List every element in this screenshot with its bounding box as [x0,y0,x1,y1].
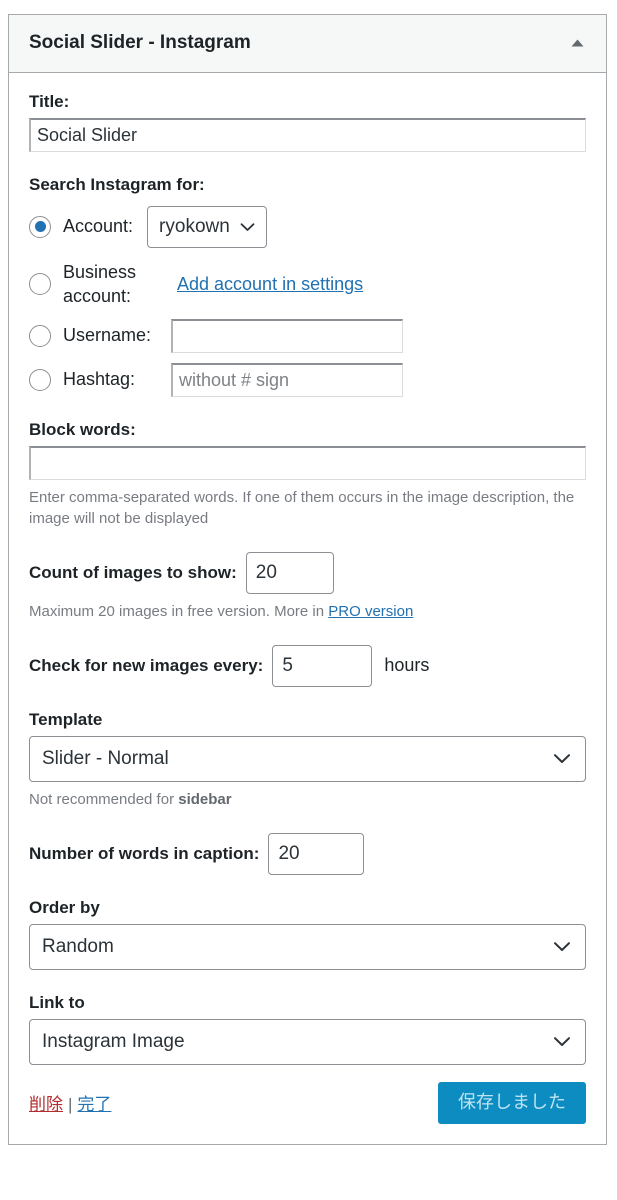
caption-words-row: Number of words in caption: [29,832,586,875]
template-helper-bold: sidebar [178,791,232,809]
radio-account[interactable] [29,215,51,238]
check-interval-label: Check for new images every: [29,655,264,675]
block-words-input[interactable] [29,445,586,480]
radio-username-label: Username: [63,325,152,346]
widget-body: Title: Search Instagram for: Account: ry… [9,73,606,1144]
order-by-group: Order by Random [29,897,586,970]
account-select[interactable]: ryokown [147,205,267,248]
widget-actions-left: 削除 | 完了 [29,1090,111,1115]
radio-row-hashtag[interactable]: Hashtag: [29,362,586,397]
link-to-select-value: Instagram Image [42,1030,185,1052]
check-interval-suffix: hours [384,655,430,676]
caption-words-label: Number of words in caption: [29,843,260,863]
link-to-label: Link to [29,992,85,1012]
caption-words-input[interactable] [268,832,365,875]
title-label: Title: [29,91,70,111]
search-section-label: Search Instagram for: [29,174,205,194]
chevron-down-icon [553,748,571,770]
account-select-value: ryokown [159,215,230,237]
radio-account-label: Account: [63,216,134,237]
done-link[interactable]: 完了 [77,1095,111,1114]
order-by-select[interactable]: Random [29,923,586,970]
order-by-label: Order by [29,897,100,917]
link-to-select[interactable]: Instagram Image [29,1018,586,1065]
block-words-group: Block words: Enter comma-separated words… [29,419,586,531]
count-images-helper: Maximum 20 images in free version. More … [29,601,586,623]
check-interval-input[interactable] [272,644,373,687]
radio-business-account-label: Business account: [63,261,137,307]
count-images-helper-text: Maximum 20 images in free version. More … [29,603,329,621]
block-words-label: Block words: [29,419,136,439]
link-to-group: Link to Instagram Image [29,992,586,1065]
chevron-down-icon [553,936,571,958]
actions-separator: | [68,1095,73,1115]
widget-header[interactable]: Social Slider - Instagram [9,15,606,73]
widget-title: Social Slider - Instagram [29,32,251,53]
count-images-input[interactable] [245,552,334,595]
template-group: Template Slider - Normal Not recommended… [29,709,586,811]
count-images-row: Count of images to show: [29,552,586,595]
radio-username[interactable] [29,324,51,347]
chevron-down-icon [553,1031,571,1053]
widget-panel: Social Slider - Instagram Title: Search … [8,14,607,1145]
radio-hashtag-label: Hashtag: [63,369,136,390]
template-select[interactable]: Slider - Normal [29,736,586,783]
template-helper-text: Not recommended for [29,791,179,809]
save-button[interactable]: 保存しました [438,1081,586,1124]
template-select-value: Slider - Normal [42,748,169,770]
delete-link[interactable]: 削除 [29,1095,63,1114]
template-helper: Not recommended for sidebar [29,789,586,811]
add-account-in-settings-link[interactable]: Add account in settings [177,274,363,295]
order-by-select-value: Random [42,935,114,957]
check-interval-row: Check for new images every: hours [29,644,586,687]
chevron-down-icon [240,222,255,232]
title-input[interactable] [29,117,586,152]
radio-hashtag[interactable] [29,368,51,391]
widget-actions: 削除 | 完了 保存しました [29,1081,586,1124]
radio-row-business-account[interactable]: Business account: Add account in setting… [29,260,586,309]
username-input[interactable] [171,318,403,353]
pro-version-link[interactable]: PRO version [328,603,413,620]
count-images-label: Count of images to show: [29,563,237,583]
chevron-up-icon[interactable] [566,32,588,54]
hashtag-input[interactable] [171,362,403,397]
radio-row-account[interactable]: Account: ryokown [29,205,586,248]
template-label: Template [29,709,103,729]
radio-business-account[interactable] [29,273,51,296]
radio-row-username[interactable]: Username: [29,318,586,353]
block-words-helper: Enter comma-separated words. If one of t… [29,488,575,528]
